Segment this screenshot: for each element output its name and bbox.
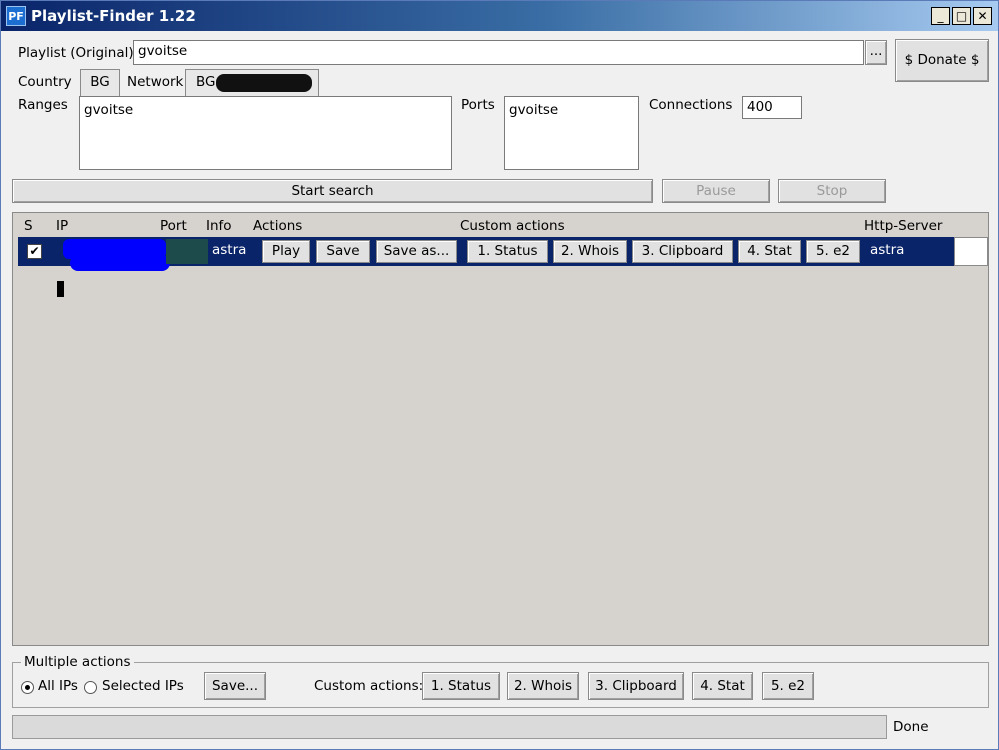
multiple-actions-title: Multiple actions [21,654,134,670]
network-label: Network [127,74,184,90]
progress-bar [12,715,887,739]
country-label: Country [18,74,72,90]
multiple-actions-group: Multiple actions All IPs Selected IPs Sa… [12,654,989,708]
save-button[interactable]: Save [316,240,370,263]
app-icon: PF [6,6,26,26]
multi-save-button[interactable]: Save... [204,672,266,700]
multi-status-button[interactable]: 1. Status [422,672,500,700]
multi-clipboard-button[interactable]: 3. Clipboard [588,672,684,700]
selected-ips-radio[interactable] [84,681,97,694]
row-extra-cell [954,237,988,266]
pause-button[interactable]: Pause [662,179,770,203]
column-header-port: Port [160,218,187,234]
ports-label: Ports [461,97,495,113]
multi-whois-button[interactable]: 2. Whois [507,672,579,700]
connections-input[interactable]: 400 [742,96,802,119]
status-text: Done [893,719,929,735]
multi-stat-button[interactable]: 4. Stat [692,672,753,700]
ranges-label: Ranges [18,97,68,113]
playlist-input[interactable]: gvoitse [133,40,864,65]
selected-ips-label: Selected IPs [102,678,184,694]
row-checkbox[interactable]: ✔ [27,244,42,259]
ranges-textarea[interactable]: gvoitse [79,96,452,170]
title-bar[interactable]: PF Playlist-Finder 1.22 _ □ ✕ [1,1,998,31]
results-table[interactable]: S IP Port Info Actions Custom actions Ht… [12,212,989,646]
column-header-http-server: Http-Server [864,218,943,234]
save-as-button[interactable]: Save as... [376,240,457,263]
all-ips-label: All IPs [38,678,78,694]
custom-e2-button[interactable]: 5. e2 [806,240,860,263]
multi-e2-button[interactable]: 5. e2 [762,672,814,700]
country-selector[interactable]: BG [80,69,120,96]
column-header-custom-actions: Custom actions [460,218,565,234]
row-http-server: astra [870,242,905,258]
custom-stat-button[interactable]: 4. Stat [738,240,801,263]
custom-clipboard-button[interactable]: 3. Clipboard [632,240,733,263]
start-search-button[interactable]: Start search [12,179,653,203]
column-header-info: Info [206,218,232,234]
custom-actions-label: Custom actions: [314,678,424,694]
donate-button[interactable]: $ Donate $ [895,39,989,82]
play-button[interactable]: Play [262,240,310,263]
network-redaction [216,74,312,92]
browse-button[interactable]: ... [865,40,887,65]
row-info: astra [212,242,247,258]
connections-label: Connections [649,97,733,113]
app-window: PF Playlist-Finder 1.22 _ □ ✕ Playlist (… [0,0,999,750]
all-ips-radio[interactable] [21,681,34,694]
ip-redaction-scribble [70,255,170,271]
playlist-label: Playlist (Original): [18,45,139,61]
redaction-mark [57,281,64,297]
ports-textarea[interactable]: gvoitse [504,96,639,170]
column-header-actions: Actions [253,218,303,234]
column-header-ip: IP [56,218,69,234]
minimize-button[interactable]: _ [931,7,950,25]
custom-status-button[interactable]: 1. Status [467,240,548,263]
window-title: Playlist-Finder 1.22 [31,7,196,25]
maximize-button[interactable]: □ [952,7,971,25]
table-row[interactable]: ✔ astra Play Save Save as... 1. Status 2… [18,237,954,271]
custom-whois-button[interactable]: 2. Whois [553,240,627,263]
stop-button[interactable]: Stop [778,179,886,203]
network-selector[interactable]: BG- [185,69,319,96]
port-redaction [166,239,208,264]
column-header-s: S [24,218,33,234]
close-button[interactable]: ✕ [973,7,992,25]
